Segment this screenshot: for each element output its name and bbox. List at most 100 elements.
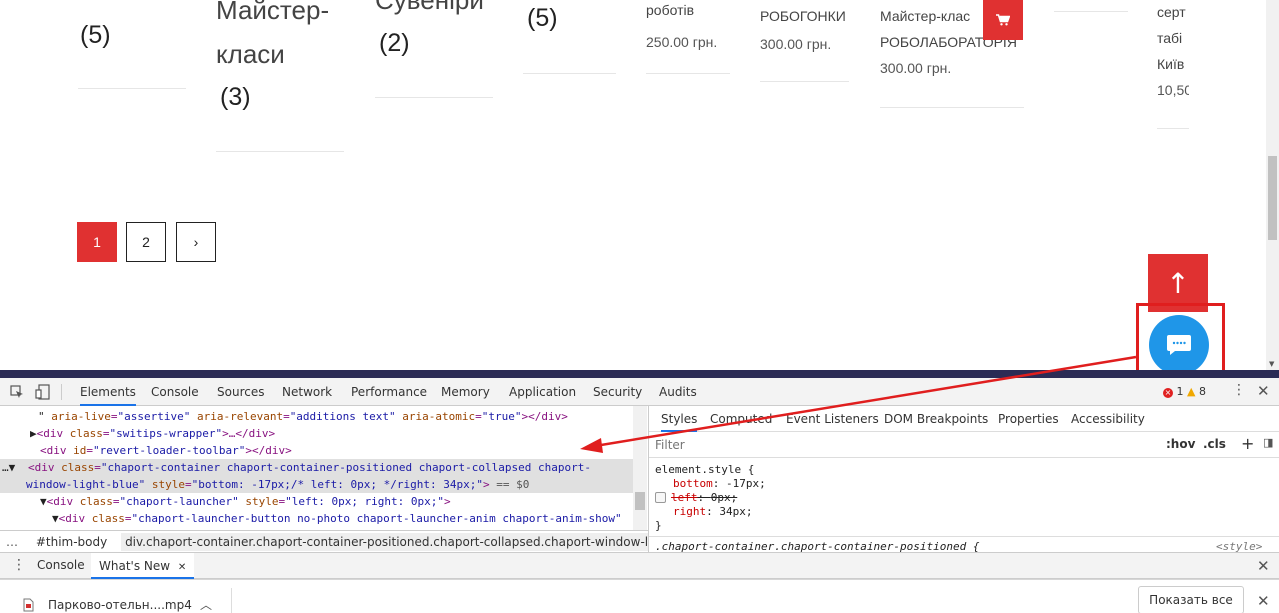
error-counter[interactable]: × 1 ▲ 8: [1163, 385, 1206, 399]
product-price: 300.00 грн.: [760, 36, 832, 52]
style-declaration[interactable]: bottom: -17px;: [673, 477, 766, 491]
toolbar-separator: [61, 384, 62, 400]
tab-performance[interactable]: Performance: [351, 378, 427, 406]
scroll-down-arrow-icon[interactable]: ▼: [1269, 360, 1274, 368]
warning-icon: ▲: [1187, 385, 1196, 398]
tab-computed[interactable]: Computed: [710, 406, 772, 432]
tab-memory[interactable]: Memory: [441, 378, 490, 406]
product-card[interactable]: роботів 250.00 грн.: [646, 0, 717, 55]
divider: [375, 97, 493, 98]
style-declaration[interactable]: right: 34px;: [673, 505, 753, 519]
page-button-1[interactable]: 1: [77, 222, 117, 262]
category-count: (5): [527, 4, 558, 32]
divider: [216, 151, 344, 152]
download-file-name[interactable]: Парково-отельн....mp4: [48, 598, 192, 612]
drawer-tab-console[interactable]: Console: [37, 558, 85, 572]
category-item[interactable]: (5): [527, 0, 558, 39]
device-toolbar-icon[interactable]: [35, 384, 51, 400]
divider: [78, 88, 186, 89]
rule-close-brace: }: [655, 519, 662, 532]
tab-sources[interactable]: Sources: [217, 378, 264, 406]
tab-audits[interactable]: Audits: [659, 378, 697, 406]
annotation-highlight-box: [1136, 303, 1225, 370]
page-scrollbar[interactable]: ▼: [1266, 0, 1279, 370]
css-rule-source[interactable]: <style>: [1216, 540, 1262, 552]
warning-count: 8: [1198, 385, 1206, 398]
drawer-menu-icon[interactable]: ⋮: [12, 557, 26, 573]
next-page-button[interactable]: ›: [176, 222, 216, 262]
product-title-line2: табі: [1157, 30, 1183, 46]
devtools-menu-icon[interactable]: ⋮: [1232, 382, 1246, 398]
selected-dom-node-line[interactable]: window-light-blue" style="bottom: -17px;…: [0, 476, 633, 493]
download-separator: [231, 588, 232, 613]
category-item[interactable]: (5): [80, 14, 111, 56]
dom-node-line[interactable]: ▼<div class="chaport-launcher-button no-…: [52, 510, 622, 527]
tab-accessibility[interactable]: Accessibility: [1071, 406, 1145, 432]
category-count: (2): [379, 29, 410, 57]
elements-scrollbar-thumb[interactable]: [635, 492, 645, 510]
elements-tree[interactable]: " aria-live="assertive" aria-relevant="a…: [0, 406, 648, 530]
dom-node-line[interactable]: " aria-live="assertive" aria-relevant="a…: [38, 408, 568, 425]
element-style-selector: element.style {: [655, 463, 755, 476]
declaration-checkbox[interactable]: [655, 492, 666, 503]
drawer-tab-label: What's New: [99, 559, 171, 573]
show-all-downloads-button[interactable]: Показать все: [1138, 586, 1244, 613]
product-title-line3: Київ: [1157, 56, 1185, 72]
category-item[interactable]: Майстер- класи (3): [216, 0, 329, 118]
product-card[interactable]: серт табі Київ 10,50: [1157, 0, 1189, 103]
hover-state-toggle[interactable]: :hov: [1166, 437, 1195, 451]
divider: [1157, 128, 1189, 129]
breadcrumb-more-icon[interactable]: …: [6, 535, 18, 549]
product-price: 10,50: [1157, 82, 1189, 98]
rule-separator: [649, 536, 1279, 537]
selected-dom-node-line[interactable]: …▼ <div class="chaport-container chaport-…: [0, 459, 633, 476]
tab-network[interactable]: Network: [282, 378, 332, 406]
breadcrumb-item[interactable]: #thim-body: [36, 535, 107, 549]
styles-filter-row: :hov .cls + ◨: [649, 432, 1279, 458]
styles-filter-input[interactable]: [655, 436, 1145, 454]
dom-node-line[interactable]: ▼<div class="chaport-launcher" style="le…: [40, 493, 451, 510]
dom-node-line[interactable]: ▶<div class="switips-wrapper">…</div>: [30, 425, 275, 442]
page-button-2[interactable]: 2: [126, 222, 166, 262]
tab-dom-breakpoints[interactable]: DOM Breakpoints: [884, 406, 988, 432]
style-declaration-disabled[interactable]: left: 0px;: [655, 491, 737, 505]
downloads-bar: Парково-отельн....mp4 ︿ Показать все ✕: [0, 579, 1279, 613]
elements-scrollbar[interactable]: [633, 406, 647, 530]
close-downloads-icon[interactable]: ✕: [1257, 592, 1270, 610]
tab-elements[interactable]: Elements: [80, 378, 136, 406]
product-card[interactable]: РОБОГОНКИ 300.00 грн.: [760, 3, 846, 57]
divider: [880, 107, 1024, 108]
dom-node-line[interactable]: <div id="revert-loader-toolbar"></div>: [40, 442, 292, 459]
tab-styles[interactable]: Styles: [661, 406, 698, 432]
tab-console[interactable]: Console: [151, 378, 199, 406]
breadcrumb: … #thim-body div.chaport-container.chapo…: [0, 530, 648, 552]
add-to-cart-button[interactable]: [983, 0, 1023, 40]
cart-icon: [996, 14, 1010, 26]
close-drawer-icon[interactable]: ✕: [1257, 557, 1270, 575]
category-item[interactable]: Сувеніри (2): [375, 0, 484, 64]
divider: [1054, 11, 1128, 12]
inspect-element-icon[interactable]: [10, 385, 24, 399]
error-count: 1: [1176, 385, 1184, 398]
close-devtools-icon[interactable]: ✕: [1257, 382, 1270, 400]
add-rule-icon[interactable]: +: [1241, 434, 1254, 453]
product-price: 250.00 грн.: [646, 34, 718, 50]
drawer-tab-whats-new[interactable]: What's New ✕: [91, 553, 195, 579]
close-tab-icon[interactable]: ✕: [178, 562, 186, 573]
class-toggle[interactable]: .cls: [1203, 437, 1226, 451]
product-title: РОБОГОНКИ: [760, 8, 846, 24]
breadcrumb-item-selected[interactable]: div.chaport-container.chaport-container-…: [121, 533, 648, 551]
tab-event-listeners[interactable]: Event Listeners: [786, 406, 879, 432]
product-price: 300.00 грн.: [880, 60, 952, 76]
sidebar-toggle-icon[interactable]: ◨: [1263, 436, 1273, 449]
tab-application[interactable]: Application: [509, 378, 576, 406]
category-count: (3): [220, 83, 251, 111]
tab-properties[interactable]: Properties: [998, 406, 1059, 432]
product-title: роботів: [646, 2, 695, 18]
error-icon: ×: [1163, 388, 1173, 398]
chevron-up-icon[interactable]: ︿: [200, 596, 212, 613]
devtools-drawer-bar: ⋮ Console What's New ✕ ✕: [0, 552, 1279, 579]
styles-tabs: Styles Computed Event Listeners DOM Brea…: [649, 406, 1279, 432]
scrollbar-thumb[interactable]: [1268, 156, 1277, 240]
tab-security[interactable]: Security: [593, 378, 642, 406]
